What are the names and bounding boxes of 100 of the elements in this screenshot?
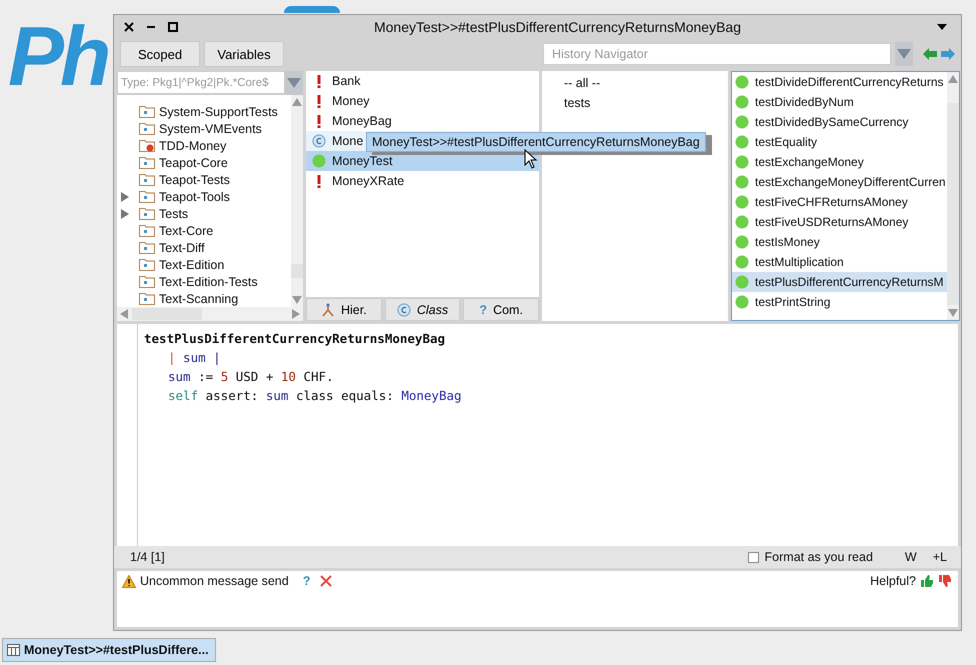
passed-dot-icon <box>735 135 749 149</box>
class-item[interactable]: Bank <box>306 71 539 91</box>
package-item[interactable]: TDD-Money <box>117 137 291 154</box>
thumbs-up-icon[interactable] <box>920 574 934 588</box>
package-icon <box>139 105 155 118</box>
package-icon <box>139 275 155 288</box>
dropdown-button[interactable] <box>285 71 303 95</box>
package-item[interactable]: Teapot-Tests <box>117 171 291 188</box>
class-item[interactable]: MoneyXRate <box>306 171 539 191</box>
method-item[interactable]: testDividedByNum <box>732 92 947 112</box>
package-item[interactable]: Text-Edition-Tests <box>117 273 291 290</box>
toggle-button[interactable]: +L <box>932 550 947 564</box>
passed-dot-icon <box>735 215 749 229</box>
vertical-scrollbar[interactable] <box>947 72 959 320</box>
package-item[interactable]: System-VMEvents <box>117 120 291 137</box>
class-pane-button[interactable]: Class <box>384 298 460 321</box>
method-item[interactable]: testDivideDifferentCurrencyReturns <box>732 72 947 92</box>
exclamation-icon <box>317 94 321 108</box>
passed-dot-icon <box>735 75 749 89</box>
package-icon <box>139 122 155 135</box>
scroll-down-icon[interactable] <box>948 309 958 317</box>
passed-dot-icon <box>735 95 749 109</box>
helpful-label: Helpful? <box>870 574 916 588</box>
method-item[interactable]: testDividedBySameCurrency <box>732 112 947 132</box>
passed-dot-icon <box>735 195 749 209</box>
package-icon <box>139 292 155 305</box>
code-editor[interactable]: testPlusDifferentCurrencyReturnsMoneyBag | sum | sum := 5 USD + 10 CHF. self assert: sum class equals: MoneyBag <box>117 324 958 546</box>
method-item[interactable]: testPrintString <box>732 292 947 312</box>
scroll-up-icon[interactable] <box>292 98 302 106</box>
horizontal-scrollbar[interactable] <box>117 307 303 321</box>
exclamation-icon <box>317 74 321 88</box>
protocol-item[interactable]: -- all -- <box>542 73 728 93</box>
package-filter-field[interactable]: Type: Pkg1|^Pkg2|Pk.*Core$ <box>117 71 285 94</box>
package-item[interactable]: Teapot-Tools <box>117 188 291 205</box>
toolbar-button[interactable]: Variables <box>204 41 284 67</box>
class-pane-button[interactable]: ? Com. <box>463 298 540 321</box>
package-item[interactable]: Text-Edition <box>117 256 291 273</box>
close-icon[interactable] <box>124 22 134 32</box>
hierarchy-icon <box>320 302 335 316</box>
scroll-thumb[interactable] <box>132 308 202 320</box>
scroll-thumb[interactable] <box>291 264 303 278</box>
passed-dot-icon <box>735 175 749 189</box>
method-item[interactable]: testFiveCHFReturnsAMoney <box>732 192 947 212</box>
history-field[interactable]: History Navigator <box>543 43 891 65</box>
passed-dot-icon <box>735 255 749 269</box>
package-item[interactable]: Text-Scanning <box>117 290 291 307</box>
checkbox-label: Format as you read <box>764 550 873 564</box>
dropdown-button[interactable] <box>895 42 913 66</box>
warning-icon <box>122 574 136 588</box>
taskbar-item[interactable]: MoneyTest>>#testPlusDiffere... <box>2 638 216 662</box>
toggle-button[interactable]: W <box>904 550 917 564</box>
class-item[interactable]: Money <box>306 91 539 111</box>
window-icon <box>7 644 20 656</box>
package-item[interactable]: Text-Core <box>117 222 291 239</box>
package-item[interactable]: System-SupportTests <box>117 103 291 120</box>
scroll-left-icon[interactable] <box>120 309 128 319</box>
exclamation-icon <box>317 174 321 188</box>
package-gear-icon <box>139 139 155 152</box>
package-icon <box>139 224 155 237</box>
caret-icon <box>287 78 301 88</box>
exclamation-icon <box>317 114 321 128</box>
method-item[interactable]: testExchangeMoney <box>732 152 947 172</box>
method-item[interactable]: testMultiplication <box>732 252 947 272</box>
vertical-scrollbar[interactable] <box>291 95 303 307</box>
thumbs-down-icon[interactable] <box>938 574 952 588</box>
passed-dot-icon <box>735 295 749 309</box>
toolbar-button[interactable]: Scoped <box>120 41 200 67</box>
method-item[interactable]: testPlusDifferentCurrencyReturnsM <box>732 272 947 292</box>
package-item[interactable]: Text-Diff <box>117 239 291 256</box>
passed-dot-icon <box>735 115 749 129</box>
code-line: sum := 5 USD + 10 CHF. <box>167 369 335 386</box>
method-item[interactable]: testIsMoney <box>732 232 947 252</box>
code-line: | sum | <box>167 350 222 367</box>
caret-icon <box>897 49 911 59</box>
scroll-thumb[interactable] <box>947 103 959 305</box>
passed-dot-icon <box>735 155 749 169</box>
package-icon <box>139 156 155 169</box>
method-item[interactable]: testExchangeMoneyDifferentCurren <box>732 172 947 192</box>
protocol-item[interactable]: tests <box>542 93 728 113</box>
forward-arrow-icon[interactable] <box>941 48 955 60</box>
cursor-position: 1/4 [1] <box>130 550 165 564</box>
package-item[interactable]: Tests <box>117 205 291 222</box>
scroll-up-icon[interactable] <box>948 75 958 83</box>
passed-dot-icon <box>735 235 749 249</box>
scroll-right-icon[interactable] <box>292 309 300 319</box>
maximize-icon[interactable] <box>168 22 178 32</box>
method-item[interactable]: testFiveUSDReturnsAMoney <box>732 212 947 232</box>
menu-caret-icon[interactable] <box>937 24 947 30</box>
package-icon <box>139 173 155 186</box>
class-icon <box>312 134 326 148</box>
help-button[interactable]: ? <box>302 574 310 588</box>
back-arrow-icon[interactable] <box>923 48 937 60</box>
class-item[interactable]: MoneyBag <box>306 111 539 131</box>
scroll-down-icon[interactable] <box>292 296 302 304</box>
method-item[interactable]: testEquality <box>732 132 947 152</box>
code-line: testPlusDifferentCurrencyReturnsMoneyBag <box>144 331 446 348</box>
package-item[interactable]: Teapot-Core <box>117 154 291 171</box>
checkbox[interactable] <box>748 552 759 562</box>
class-pane-button[interactable]: Hier. <box>306 298 382 321</box>
package-icon <box>139 207 155 220</box>
